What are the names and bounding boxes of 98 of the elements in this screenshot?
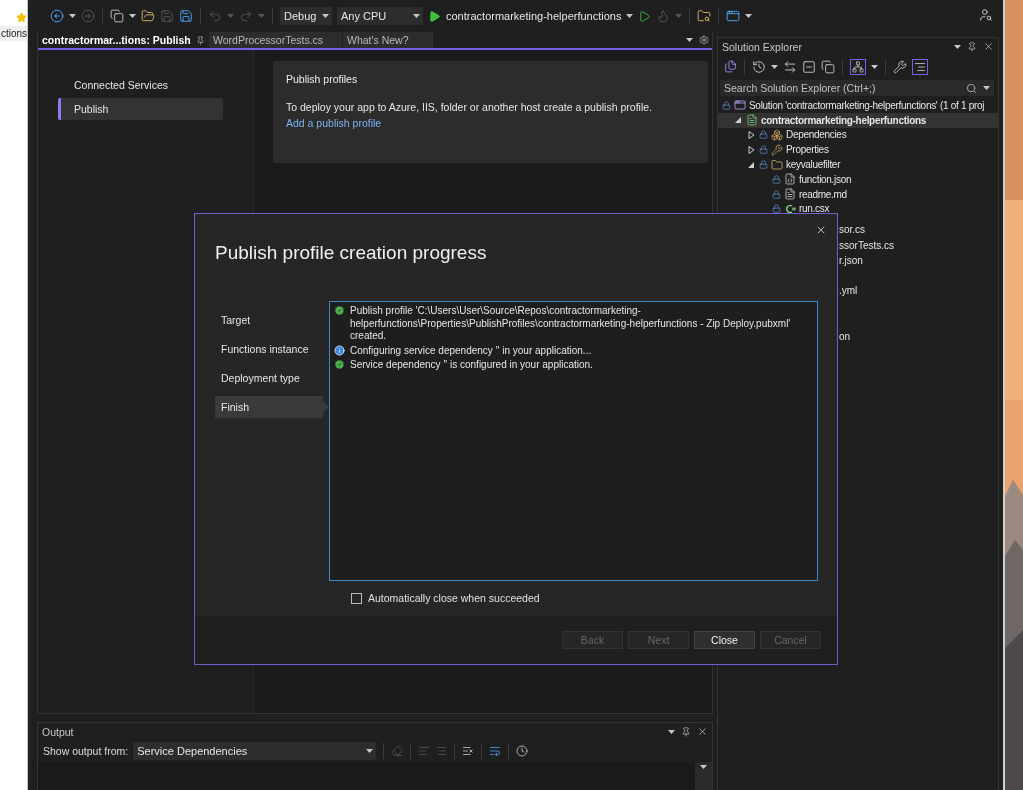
star-icon[interactable] bbox=[16, 12, 27, 23]
collapsed-arrow-icon[interactable] bbox=[748, 145, 756, 154]
lock-icon[interactable] bbox=[722, 100, 731, 110]
nav-item[interactable]: Connected Services bbox=[58, 74, 223, 96]
folder-icon[interactable] bbox=[771, 158, 783, 171]
caret-icon[interactable] bbox=[668, 729, 675, 734]
document-tab[interactable]: WordProcessorTests.cs bbox=[209, 32, 342, 48]
panel-title: Output bbox=[42, 725, 74, 738]
card-description: To deploy your app to Azure, IIS, folder or another host create a publish profile. bbox=[286, 101, 653, 113]
caret-icon[interactable] bbox=[745, 14, 753, 18]
clear-all-icon[interactable] bbox=[462, 745, 475, 757]
card-title: Publish profiles bbox=[286, 73, 359, 85]
caret-icon[interactable] bbox=[322, 14, 329, 18]
timestamp-icon[interactable] bbox=[516, 745, 529, 757]
tree-item-label[interactable]: readme.md bbox=[799, 188, 847, 200]
output-source-dropdown[interactable]: Service Dependencies bbox=[133, 742, 377, 760]
json-file-icon[interactable] bbox=[784, 173, 796, 186]
start-button[interactable]: contractormarketing-helperfunctions bbox=[428, 9, 634, 23]
caret-icon[interactable] bbox=[686, 38, 693, 42]
search-field[interactable]: Search Solution Explorer (Ctrl+;) bbox=[720, 80, 994, 96]
history-icon[interactable] bbox=[752, 59, 766, 74]
switch-views-icon[interactable] bbox=[724, 60, 737, 73]
collapse-all-icon[interactable] bbox=[802, 59, 816, 74]
expanded-arrow-icon[interactable] bbox=[748, 160, 756, 169]
word-wrap-icon[interactable] bbox=[489, 745, 502, 757]
new-item-icon[interactable] bbox=[110, 9, 124, 23]
folder-search-icon[interactable] bbox=[697, 9, 712, 23]
pin-icon[interactable] bbox=[195, 35, 205, 45]
tree-item-label[interactable]: on bbox=[839, 330, 851, 342]
caret-icon[interactable] bbox=[983, 86, 990, 90]
window-icon[interactable] bbox=[726, 9, 741, 23]
caret-icon[interactable] bbox=[626, 14, 634, 18]
pin-icon[interactable] bbox=[681, 726, 691, 737]
caret-icon[interactable] bbox=[871, 64, 878, 69]
close-icon[interactable] bbox=[697, 726, 708, 737]
back-icon[interactable] bbox=[50, 9, 64, 23]
auto-close-checkbox[interactable]: Automatically close when succeeded bbox=[351, 592, 837, 604]
csharp-icon bbox=[784, 202, 796, 215]
platform-dropdown[interactable]: Any CPU bbox=[337, 7, 423, 25]
log-message: Publish profile 'C:\Users\User\Source\Repos\contractormarketing-helperfunctions\Properties\PublishProfiles\contractormarketing-helperfunctions - Zip Deploy.pubxml' created. bbox=[350, 305, 792, 343]
log-message: Configuring service dependency '' in your application... bbox=[350, 344, 592, 357]
show-all-files-icon[interactable] bbox=[821, 59, 835, 74]
caret-icon[interactable] bbox=[700, 765, 707, 769]
wizard-step[interactable]: Functions instance bbox=[215, 338, 329, 360]
dependencies-icon[interactable] bbox=[771, 129, 783, 141]
lock-icon[interactable] bbox=[772, 174, 781, 184]
dialog-title: Publish profile creation progress bbox=[215, 242, 488, 264]
tree-item-label[interactable]: Properties bbox=[786, 144, 829, 156]
lock-icon[interactable] bbox=[772, 189, 781, 199]
caret-icon[interactable] bbox=[129, 14, 136, 18]
tree-item-label[interactable]: ssorTests.cs bbox=[839, 239, 894, 251]
expanded-arrow-icon[interactable] bbox=[735, 116, 743, 125]
collapsed-arrow-icon[interactable] bbox=[748, 131, 756, 139]
log-message: Service dependency '' is configured in your application. bbox=[350, 359, 593, 372]
wrench-icon[interactable] bbox=[771, 143, 783, 156]
scrollbar[interactable] bbox=[695, 762, 712, 790]
solution-icon[interactable] bbox=[734, 99, 746, 112]
nav-item[interactable]: Publish bbox=[58, 98, 223, 120]
save-all-icon[interactable] bbox=[179, 9, 193, 23]
caret-icon[interactable] bbox=[413, 14, 420, 18]
configuration-dropdown[interactable]: Debug bbox=[280, 7, 332, 25]
caret-icon[interactable] bbox=[69, 14, 76, 18]
open-folder-icon[interactable] bbox=[141, 9, 155, 23]
panel-title: Solution Explorer bbox=[722, 40, 802, 53]
add-profile-link[interactable]: Add a publish profile bbox=[286, 117, 382, 129]
tree-item-label[interactable]: sor.cs bbox=[839, 224, 866, 236]
pin-icon[interactable] bbox=[967, 41, 977, 52]
tree-item-label[interactable]: r.json bbox=[839, 254, 863, 266]
wizard-step[interactable]: Deployment type bbox=[215, 367, 329, 389]
info-icon[interactable] bbox=[334, 344, 345, 356]
feedback-icon[interactable] bbox=[979, 8, 993, 22]
wizard-step[interactable]: Target bbox=[215, 309, 329, 331]
caret-icon[interactable] bbox=[954, 44, 961, 49]
start-without-debugging-icon[interactable] bbox=[638, 9, 652, 23]
tree-item-label[interactable]: Dependencies bbox=[786, 129, 847, 141]
project-icon[interactable] bbox=[746, 114, 758, 127]
close-icon[interactable] bbox=[983, 41, 994, 52]
tree-item-label[interactable]: run.csx bbox=[799, 203, 830, 215]
properties-icon[interactable] bbox=[893, 59, 907, 74]
tree-item-label[interactable]: function.json bbox=[799, 173, 852, 185]
settings-icon[interactable] bbox=[699, 35, 709, 45]
success-icon[interactable] bbox=[334, 305, 345, 316]
tree-item-label[interactable]: Solution 'contractormarketing-helperfunctions' (1 of 1 proj bbox=[749, 99, 985, 111]
tab-label[interactable]: ctions bbox=[0, 26, 27, 41]
output-source-label: Show output from: bbox=[43, 745, 129, 757]
tree-item-label[interactable]: .yml bbox=[839, 285, 858, 297]
document-tab[interactable]: What's New? bbox=[343, 32, 433, 48]
wizard-step[interactable]: Finish bbox=[215, 396, 329, 418]
markdown-file-icon[interactable] bbox=[784, 188, 796, 201]
caret-icon[interactable] bbox=[771, 64, 778, 69]
sync-icon[interactable] bbox=[783, 59, 797, 74]
lock-icon[interactable] bbox=[772, 204, 781, 214]
tree-item-label[interactable]: keyvaluefilter bbox=[786, 159, 841, 171]
success-icon[interactable] bbox=[334, 359, 345, 370]
caret-icon[interactable] bbox=[366, 749, 374, 753]
search-icon[interactable] bbox=[966, 82, 977, 94]
dialog-button[interactable]: Close bbox=[694, 631, 755, 649]
play-icon[interactable] bbox=[428, 9, 441, 23]
